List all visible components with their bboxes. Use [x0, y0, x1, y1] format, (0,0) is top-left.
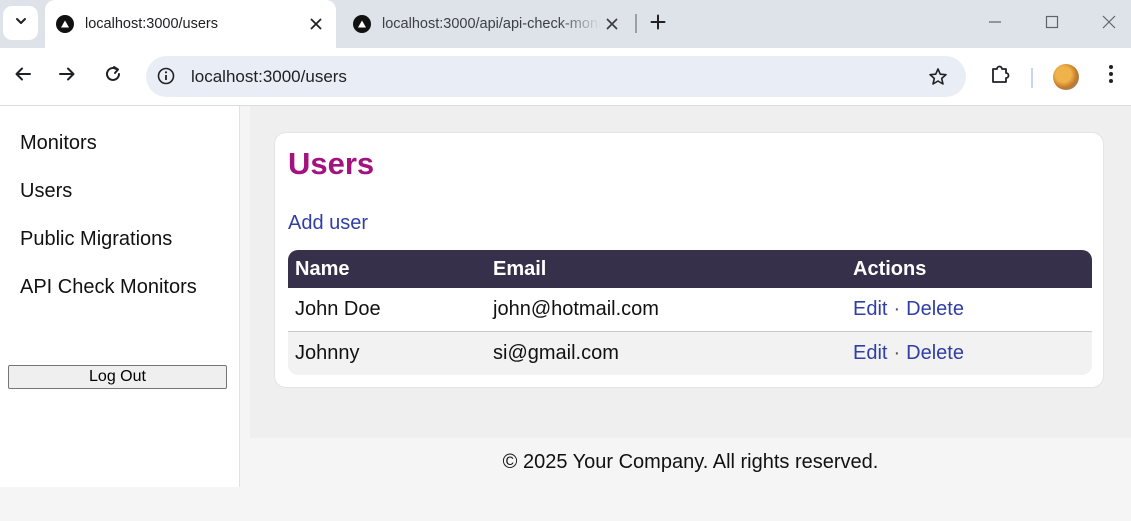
table-header-row: Name Email Actions	[288, 250, 1092, 288]
user-email-cell: si@gmail.com	[486, 332, 846, 375]
chevron-down-icon	[14, 14, 28, 33]
kebab-menu-icon	[1108, 64, 1114, 89]
maximize-button[interactable]	[1038, 10, 1066, 38]
arrow-right-icon	[58, 65, 76, 88]
tab-divider	[635, 14, 637, 33]
forward-button[interactable]	[53, 62, 81, 90]
address-bar[interactable]: localhost:3000/users	[146, 56, 966, 97]
plus-icon	[650, 14, 666, 35]
info-icon[interactable]	[155, 65, 177, 87]
browser-tab-strip: localhost:3000/users localhost:3000/api/…	[0, 0, 1131, 48]
close-icon[interactable]	[305, 13, 327, 35]
user-name-cell: John Doe	[288, 288, 486, 332]
column-header-email: Email	[486, 250, 846, 288]
logout-button[interactable]: Log Out	[8, 365, 227, 389]
table-row: John Doe john@hotmail.com Edit · Delete	[288, 288, 1092, 332]
footer-copyright: © 2025 Your Company. All rights reserved…	[502, 451, 879, 473]
column-header-name: Name	[288, 250, 486, 288]
sidebar-item-public-migrations[interactable]: Public Migrations	[20, 228, 172, 251]
new-tab-button[interactable]	[645, 11, 671, 37]
page-footer: © 2025 Your Company. All rights reserved…	[250, 438, 1131, 487]
users-table: Name Email Actions John Doe john@hotmail…	[288, 250, 1092, 375]
close-icon[interactable]	[601, 13, 623, 35]
user-email-cell: john@hotmail.com	[486, 288, 846, 332]
puzzle-icon	[989, 63, 1011, 90]
extensions-button[interactable]	[986, 62, 1014, 90]
tab-search-button[interactable]	[3, 6, 38, 40]
tab-title: localhost:3000/api/api-check-monitors	[382, 16, 601, 32]
edit-link[interactable]: Edit	[853, 298, 887, 320]
maximize-icon	[1045, 15, 1059, 34]
action-separator: ·	[893, 298, 901, 320]
add-user-link[interactable]: Add user	[288, 212, 368, 235]
reload-button[interactable]	[99, 62, 127, 90]
user-actions-cell: Edit · Delete	[846, 332, 1092, 375]
browser-tab-users[interactable]: localhost:3000/users	[45, 0, 336, 48]
browser-tab-api-check[interactable]: localhost:3000/api/api-check-monitors	[342, 0, 632, 48]
reload-icon	[104, 65, 122, 88]
avatar[interactable]	[1053, 64, 1079, 90]
window-close-button[interactable]	[1095, 10, 1123, 38]
delete-link[interactable]: Delete	[906, 342, 964, 364]
main-content: Users Add user Name Email Actions John D…	[250, 106, 1131, 438]
sidebar-item-api-check-monitors[interactable]: API Check Monitors	[20, 276, 197, 299]
browser-toolbar: localhost:3000/users	[0, 48, 1131, 106]
user-actions-cell: Edit · Delete	[846, 288, 1092, 332]
edit-link[interactable]: Edit	[853, 342, 887, 364]
table-row: Johnny si@gmail.com Edit · Delete	[288, 332, 1092, 375]
delete-link[interactable]: Delete	[906, 298, 964, 320]
back-button[interactable]	[9, 62, 37, 90]
toolbar-divider	[1031, 68, 1033, 88]
address-text[interactable]: localhost:3000/users	[191, 67, 347, 87]
tab-title: localhost:3000/users	[85, 16, 218, 32]
star-icon[interactable]	[926, 65, 950, 89]
action-separator: ·	[893, 342, 901, 364]
arrow-left-icon	[14, 65, 32, 88]
triangle-logo-icon	[56, 15, 74, 33]
triangle-logo-icon	[353, 15, 371, 33]
column-header-actions: Actions	[846, 250, 1092, 288]
sidebar: Monitors Users Public Migrations API Che…	[0, 106, 240, 487]
sidebar-item-users[interactable]: Users	[20, 180, 72, 203]
users-card: Users Add user Name Email Actions John D…	[274, 132, 1104, 388]
minimize-button[interactable]	[981, 10, 1009, 38]
page-title: Users	[288, 146, 375, 181]
sidebar-item-monitors[interactable]: Monitors	[20, 132, 97, 155]
user-name-cell: Johnny	[288, 332, 486, 375]
browser-menu-button[interactable]	[1097, 62, 1125, 90]
page-bottom	[0, 487, 1131, 521]
minimize-icon	[988, 15, 1002, 34]
close-icon	[1102, 15, 1116, 34]
